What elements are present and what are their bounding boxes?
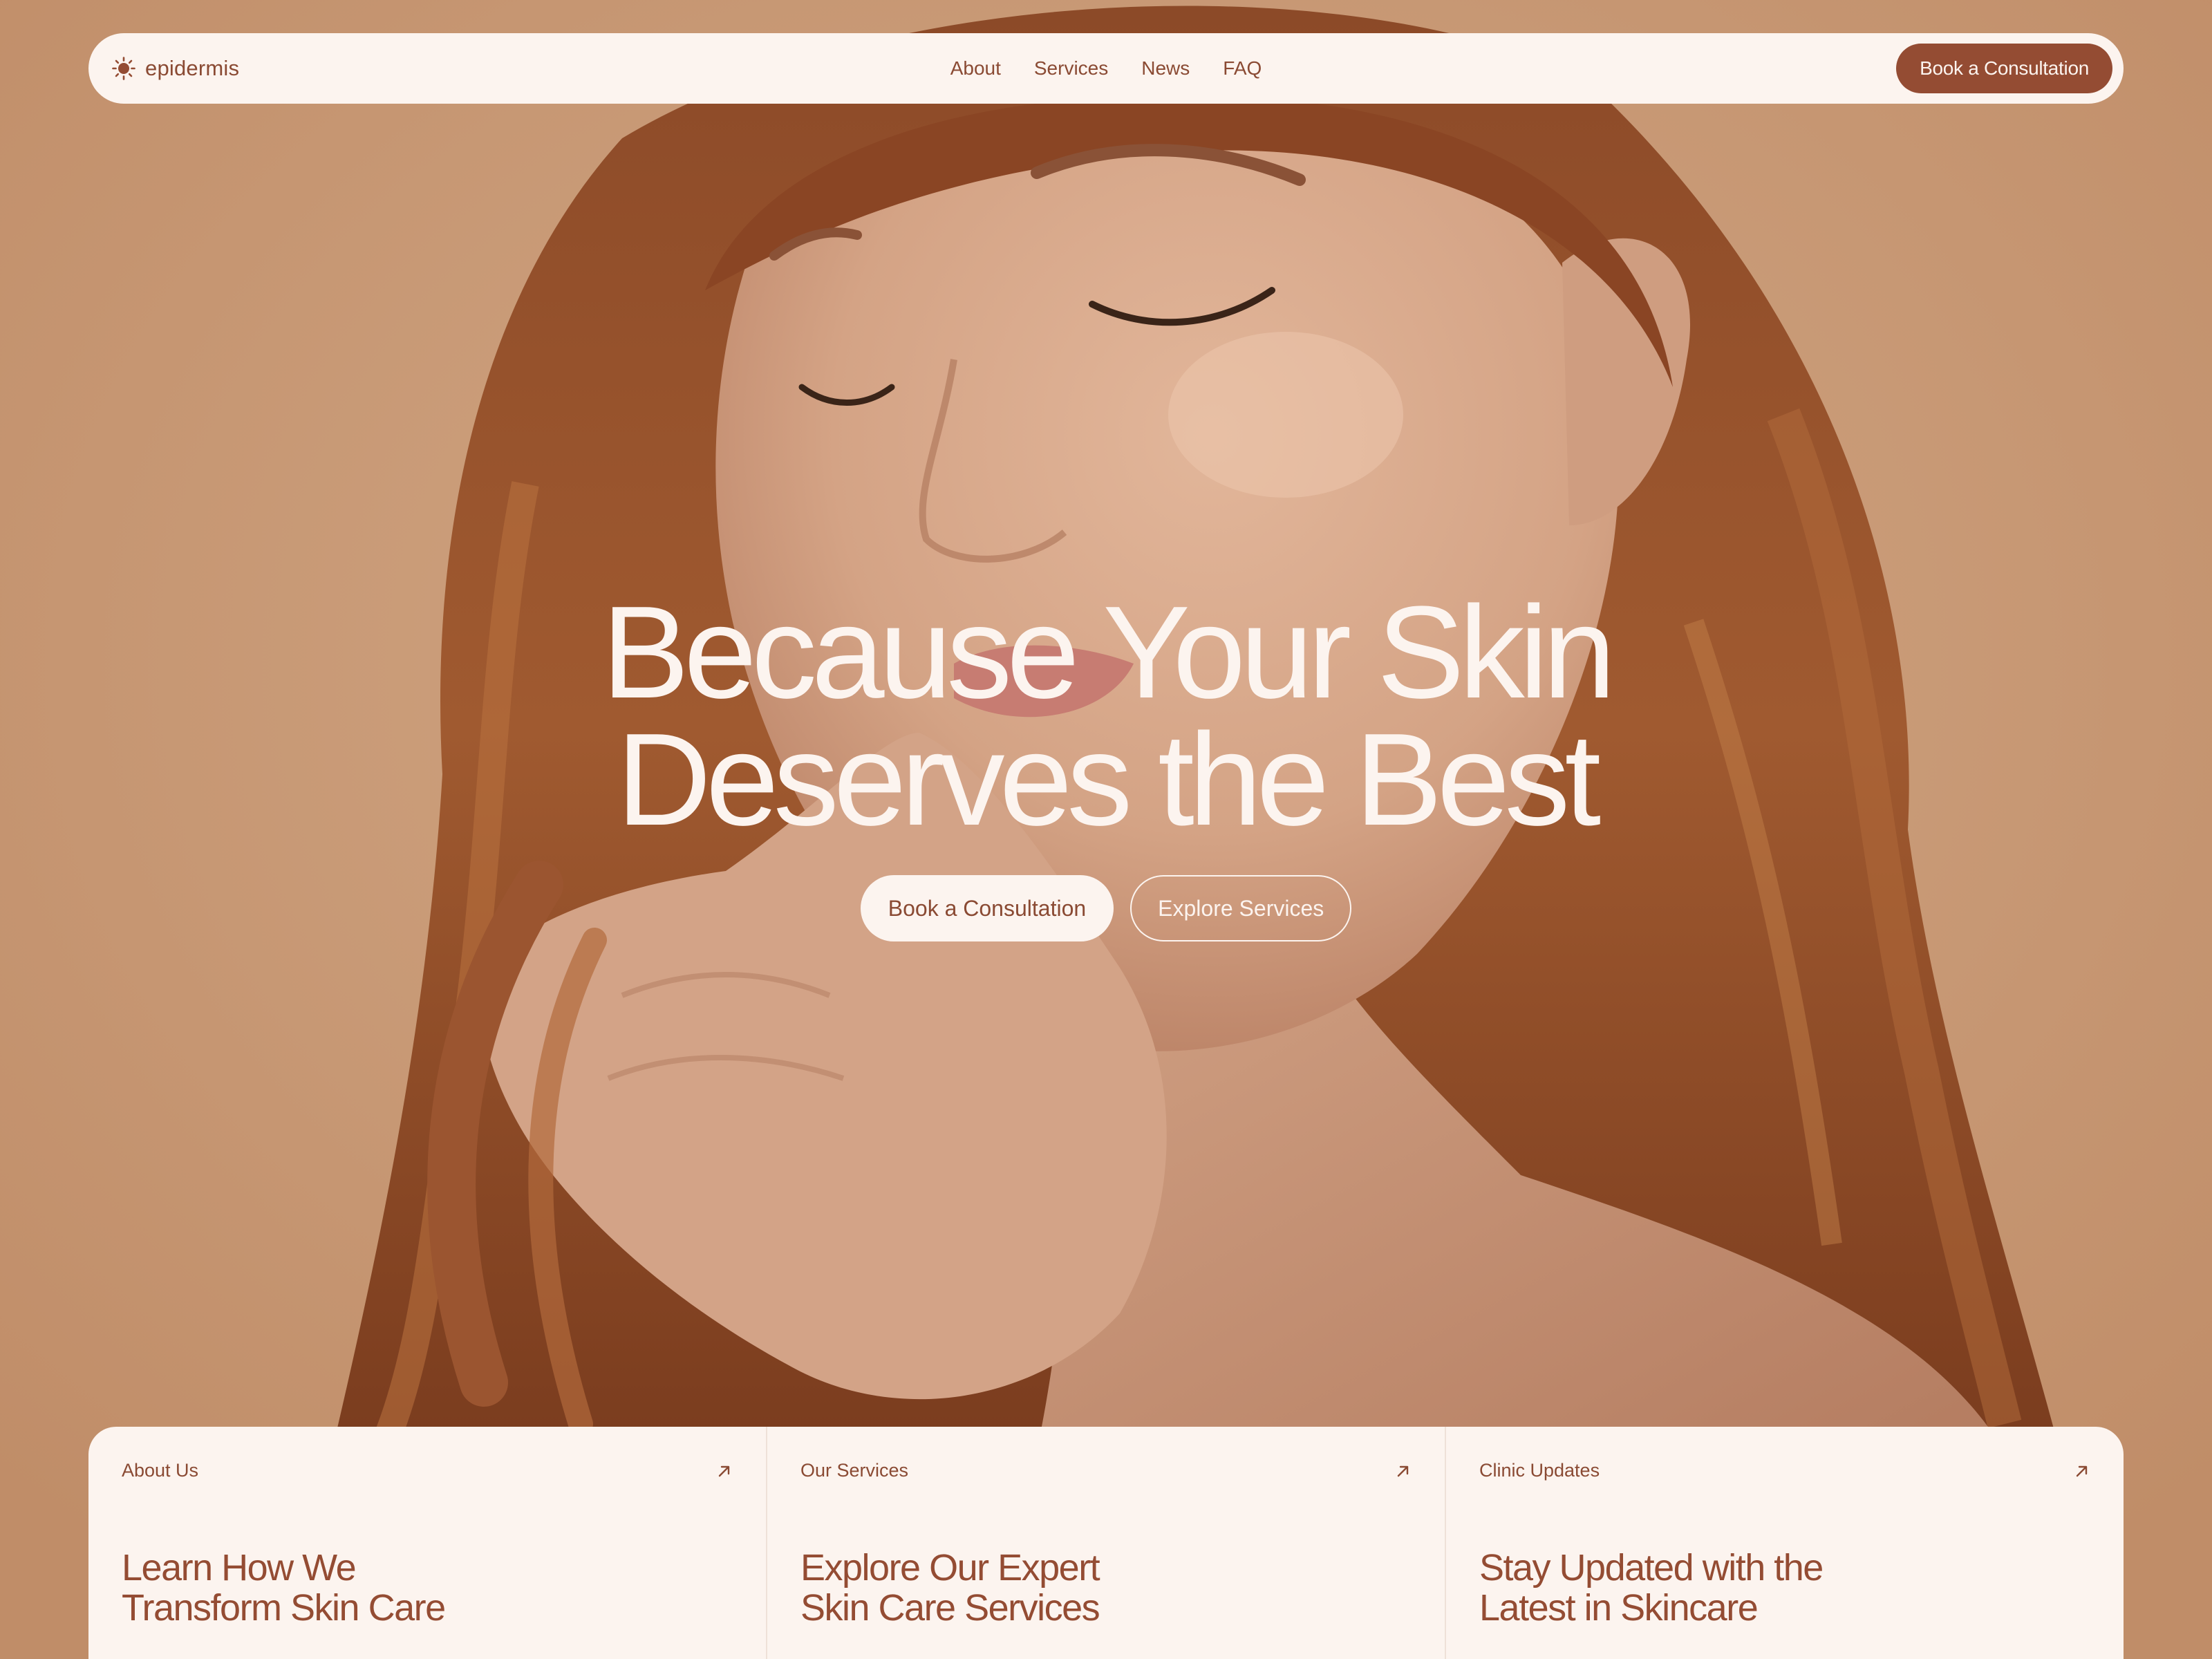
card-clinic-updates[interactable]: Clinic Updates Stay Updated with the Lat… xyxy=(1445,1427,2124,1659)
hero-title-line-2: Deserves the Best xyxy=(616,706,1601,853)
card-label: Our Services xyxy=(800,1460,909,1481)
sun-icon xyxy=(112,57,135,80)
arrow-up-right-icon xyxy=(2074,1463,2090,1479)
nav-book-consultation-button[interactable]: Book a Consultation xyxy=(1896,44,2112,93)
nav-link-services[interactable]: Services xyxy=(1034,57,1108,79)
hero-explore-services-button[interactable]: Explore Services xyxy=(1130,875,1352,941)
nav-link-about[interactable]: About xyxy=(950,57,1001,79)
card-title: Learn How We Transform Skin Care xyxy=(122,1547,446,1629)
hero-title: Because Your Skin Deserves the Best xyxy=(0,579,2212,853)
card-about-us[interactable]: About Us Learn How We Transform Skin Car… xyxy=(88,1427,766,1659)
top-nav: epidermis About Services News FAQ Book a… xyxy=(88,33,2124,104)
arrow-up-right-icon xyxy=(1395,1463,1412,1479)
brand-logo[interactable]: epidermis xyxy=(112,56,239,81)
card-title: Stay Updated with the Latest in Skincare xyxy=(1479,1547,1824,1629)
feature-cards: About Us Learn How We Transform Skin Car… xyxy=(88,1427,2124,1659)
brand-name: epidermis xyxy=(145,56,240,80)
nav-links: About Services News FAQ xyxy=(950,57,1262,79)
hero-actions: Book a Consultation Explore Services xyxy=(0,875,2212,941)
card-label: Clinic Updates xyxy=(1479,1460,1600,1481)
nav-link-faq[interactable]: FAQ xyxy=(1223,57,1262,79)
arrow-up-right-icon xyxy=(716,1463,733,1479)
hero-book-consultation-button[interactable]: Book a Consultation xyxy=(860,875,1114,941)
hero-title-line-1: Because Your Skin xyxy=(601,579,1615,726)
card-label: About Us xyxy=(122,1460,199,1481)
card-our-services[interactable]: Our Services Explore Our Expert Skin Car… xyxy=(766,1427,1445,1659)
nav-link-news[interactable]: News xyxy=(1141,57,1190,79)
card-title: Explore Our Expert Skin Care Services xyxy=(800,1547,1100,1629)
